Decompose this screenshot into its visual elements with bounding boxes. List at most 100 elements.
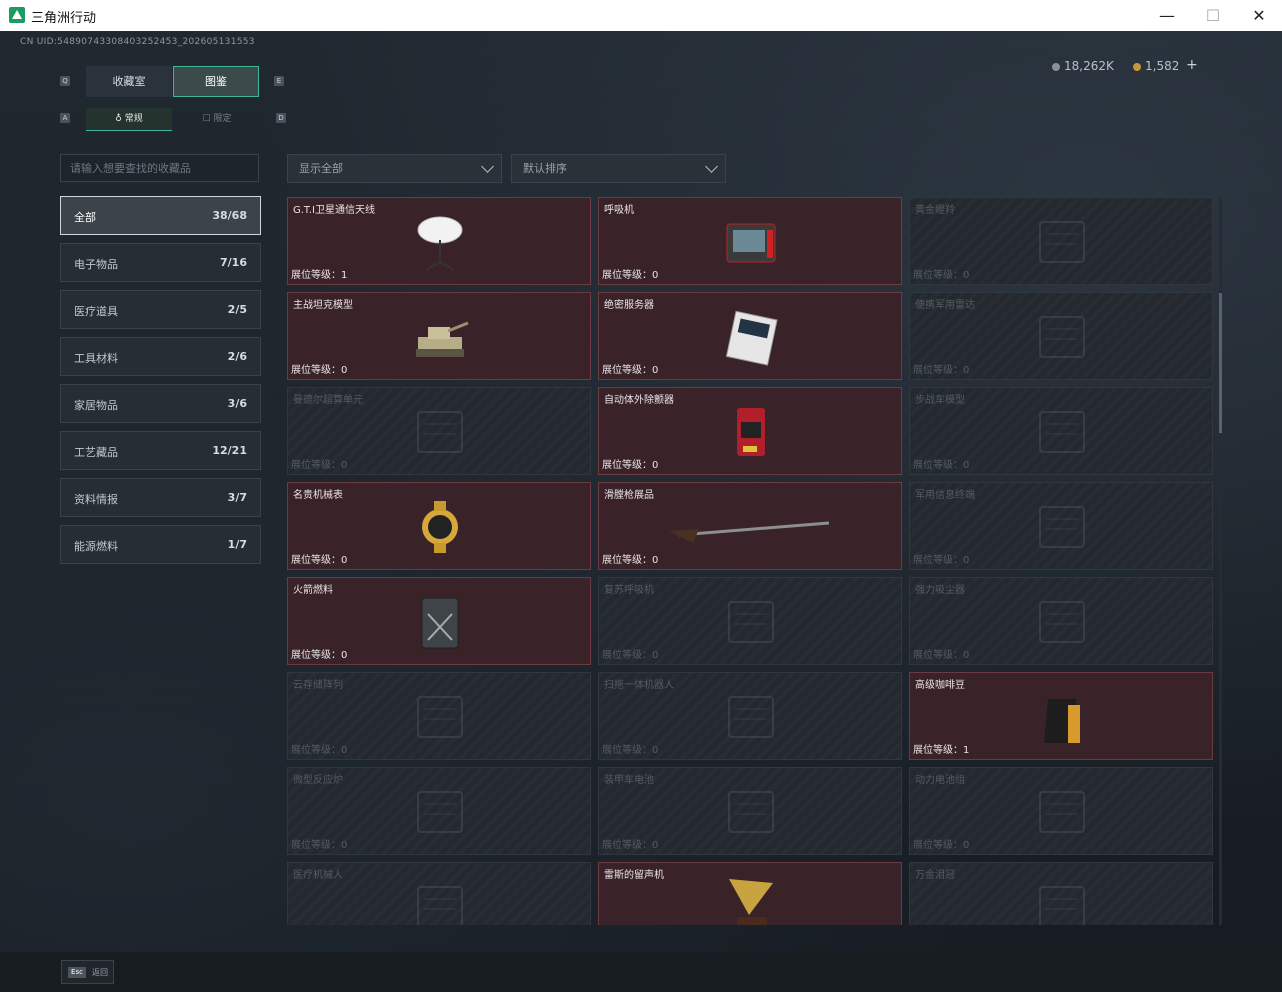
collection-item-card[interactable]: 动力电池组 展位等级：0 [909,767,1213,855]
collection-item-card[interactable]: 扫拖一体机器人 展位等级：0 [598,672,902,760]
collection-item-card[interactable]: 便携军用雷达 展位等级：0 [909,292,1213,380]
gazelle-icon [1030,210,1094,274]
battery-pack-icon [1030,780,1094,844]
server-icon [719,305,783,369]
item-display-level: 展位等级：1 [291,270,348,281]
collection-item-card[interactable]: 万金泪冠 [909,862,1213,925]
reactor-icon [408,780,472,844]
collection-item-card[interactable]: 医疗机械人 [287,862,591,925]
category-electronics[interactable]: 电子物品 7/16 [60,243,261,282]
silver-amount: 18,262K [1064,59,1114,73]
collection-item-card[interactable]: 绝密服务器 展位等级：0 [598,292,902,380]
category-count: 2/5 [227,303,247,316]
subtab-limited[interactable]: ☐ 限定 [174,108,260,130]
regular-icon: ♁ [115,114,125,124]
item-name: 名贵机械表 [293,490,343,501]
category-label: 工具材料 [74,352,118,365]
item-display-level: 展位等级：0 [291,745,348,756]
chevron-down-icon [481,160,494,173]
robot-vacuum-icon [719,685,783,749]
item-display-level: 展位等级：0 [913,840,970,851]
minimize-button[interactable]: — [1144,0,1190,31]
item-display-level: 展位等级：0 [291,555,348,566]
collection-item-card[interactable]: 名贵机械表展位等级：0 [287,482,591,570]
category-label: 工艺藏品 [74,446,118,459]
search-input[interactable] [60,154,259,182]
close-button[interactable]: ✕ [1236,0,1282,31]
bottom-bar [0,952,1282,992]
battery-icon [719,780,783,844]
item-display-level: 展位等级：0 [913,460,970,471]
category-medical[interactable]: 医疗道具 2/5 [60,290,261,329]
collection-item-card[interactable]: 步战车模型 展位等级：0 [909,387,1213,475]
resuscitator-icon [719,590,783,654]
tank-model-icon [408,305,472,369]
item-display-level: 展位等级：0 [602,840,659,851]
silver-coin-icon [1052,62,1060,71]
category-household[interactable]: 家居物品 3/6 [60,384,261,423]
main-tabs: 收藏室 图鉴 [86,66,259,97]
collection-item-card[interactable]: 云存储阵列 展位等级：0 [287,672,591,760]
item-display-level: 展位等级：0 [602,555,659,566]
ifv-model-icon [1030,400,1094,464]
musket-icon [669,495,830,559]
item-display-level: 展位等级：0 [913,555,970,566]
collection-item-card[interactable]: 装甲车电池 展位等级：0 [598,767,902,855]
category-energy[interactable]: 能源燃料 1/7 [60,525,261,564]
collection-item-card[interactable]: G.T.I卫星通信天线 展位等级：1 [287,197,591,285]
collection-item-card[interactable]: 复苏呼吸机 展位等级：0 [598,577,902,665]
category-intel[interactable]: 资料情报 3/7 [60,478,261,517]
terminal-icon [1030,495,1094,559]
grid-scrollbar-thumb[interactable] [1219,293,1222,433]
back-button[interactable]: Esc 返回 [61,960,114,984]
collection-item-card[interactable]: 火箭燃料 展位等级：0 [287,577,591,665]
tab-catalog[interactable]: 图鉴 [173,66,259,97]
item-display-level: 展位等级：0 [602,650,659,661]
sort-dropdown[interactable]: 默认排序 [511,154,726,183]
category-all[interactable]: 全部 38/68 [60,196,261,235]
subtab-regular[interactable]: ♁ 常规 [86,108,172,131]
key-hint-a: A [60,113,70,123]
category-crafts[interactable]: 工艺藏品 12/21 [60,431,261,470]
collection-item-card[interactable]: 主战坦克模型 展位等级：0 [287,292,591,380]
collection-item-card[interactable]: 滑膛枪展品 展位等级：0 [598,482,902,570]
vacuum-icon [1030,590,1094,654]
collection-item-card[interactable]: 高级咖啡豆 展位等级：1 [909,672,1213,760]
display-filter-dropdown[interactable]: 显示全部 [287,154,502,183]
collection-item-card[interactable]: 雷斯的留声机 [598,862,902,925]
key-hint-q: Q [60,76,70,86]
item-display-level: 展位等级：0 [291,650,348,661]
item-display-level: 展位等级：0 [913,650,970,661]
collection-item-card[interactable]: 呼吸机 展位等级：0 [598,197,902,285]
tab-collection-room[interactable]: 收藏室 [86,66,172,97]
gold-currency: 1,582 [1133,59,1179,73]
player-uid: CN UID:5489074330840325245​3_20260513155… [20,37,255,47]
gramophone-icon [719,875,783,925]
category-label: 电子物品 [74,258,118,271]
limited-icon: ☐ [202,114,214,124]
subtab-regular-label: 常规 [124,114,143,124]
collection-item-card[interactable]: 强力吸尘器 展位等级：0 [909,577,1213,665]
collection-item-card[interactable]: 黄金瞪羚 展位等级：0 [909,197,1213,285]
item-name: 自动体外除颤器 [604,395,674,406]
add-currency-button[interactable]: + [1186,57,1198,73]
item-name: 雷斯的留声机 [604,870,664,881]
category-count: 2/6 [227,350,247,363]
category-tools[interactable]: 工具材料 2/6 [60,337,261,376]
item-name: 医疗机械人 [293,870,343,881]
item-display-level: 展位等级：1 [913,745,970,756]
collection-item-card[interactable]: 军用信息终端 展位等级：0 [909,482,1213,570]
collection-item-card[interactable]: 自动体外除颤器 展位等级：0 [598,387,902,475]
item-name: 万金泪冠 [915,870,955,881]
key-hint-e: E [274,76,284,86]
window-title: 三角洲行动 [31,11,97,26]
silver-currency: 18,262K [1052,59,1114,73]
collection-item-card[interactable]: 微型反应炉 展位等级：0 [287,767,591,855]
supercomputer-icon [408,400,472,464]
app-logo-icon [9,7,25,23]
ventilator-icon [719,210,783,274]
collection-item-card[interactable]: 曼德尔超算单元 展位等级：0 [287,387,591,475]
sort-value: 默认排序 [523,162,567,175]
defibrillator-icon [719,400,783,464]
maximize-button[interactable]: ☐ [1190,0,1236,31]
